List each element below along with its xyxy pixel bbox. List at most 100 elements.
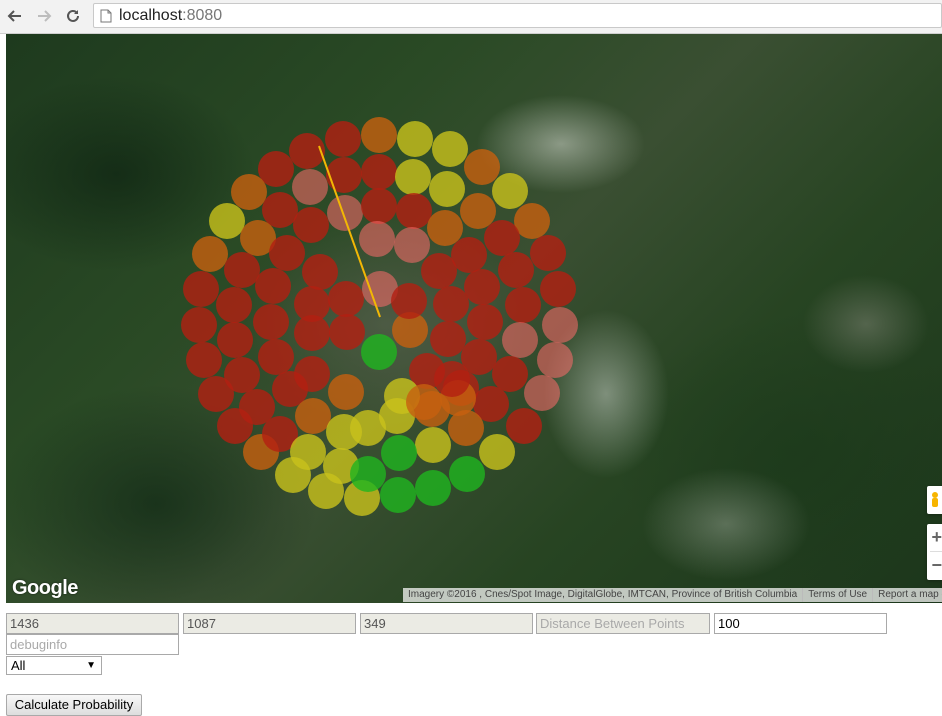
satellite-map[interactable]: Google Imagery ©2016 , Cnes/Spot Image, …: [6, 34, 942, 603]
filter-select[interactable]: All ▼: [6, 656, 102, 675]
probability-circle: [224, 252, 260, 288]
probability-circle: [231, 174, 267, 210]
distance-between-points-label-field[interactable]: [536, 613, 710, 634]
probability-circle: [328, 374, 364, 410]
probability-circle: [359, 221, 395, 257]
probability-circle: [395, 159, 431, 195]
probability-circle: [294, 315, 330, 351]
probability-circle: [479, 434, 515, 470]
probability-circle: [396, 193, 432, 229]
probability-circle: [415, 470, 451, 506]
probability-circle: [492, 356, 528, 392]
probability-circle: [183, 271, 219, 307]
browser-toolbar: localhost:8080: [0, 0, 942, 34]
probability-circle: [406, 384, 442, 420]
forward-arrow-icon: [38, 10, 52, 22]
probability-circle: [361, 117, 397, 153]
probability-circle: [186, 342, 222, 378]
probability-circle: [449, 456, 485, 492]
probability-circle: [427, 210, 463, 246]
probability-circle: [181, 307, 217, 343]
probability-circle: [302, 254, 338, 290]
address-bar[interactable]: localhost:8080: [93, 3, 942, 28]
dropdown-arrow-icon: ▼: [86, 660, 96, 671]
probability-circle: [397, 121, 433, 157]
probability-circle: [394, 227, 430, 263]
probability-circle: [293, 207, 329, 243]
report-map-error-link[interactable]: Report a map e: [873, 588, 942, 602]
probability-circle: [326, 157, 362, 193]
terms-of-use-link[interactable]: Terms of Use: [803, 588, 874, 602]
probability-circle: [530, 235, 566, 271]
reload-button[interactable]: [62, 5, 84, 27]
probability-circle: [537, 342, 573, 378]
pegman-icon: [931, 492, 938, 507]
probability-circle: [505, 287, 541, 323]
probability-circles-overlay: [181, 117, 578, 516]
probability-circle: [258, 339, 294, 375]
probability-circle: [506, 408, 542, 444]
probability-circle: [361, 334, 397, 370]
probability-circle: [217, 322, 253, 358]
probability-circle: [433, 286, 469, 322]
probability-circle: [255, 268, 291, 304]
imagery-credit: Imagery ©2016 , Cnes/Spot Image, Digital…: [403, 588, 804, 602]
input-field-3[interactable]: [360, 613, 533, 634]
zoom-control: + −: [927, 524, 942, 580]
debuginfo-input[interactable]: [6, 634, 179, 655]
reload-icon: [67, 9, 79, 22]
probability-circle: [325, 121, 361, 157]
probability-circle: [432, 131, 468, 167]
probability-circle: [430, 321, 466, 357]
page-icon: [100, 9, 112, 23]
calculate-probability-button[interactable]: Calculate Probability: [6, 694, 142, 716]
map-attribution: Imagery ©2016 , Cnes/Spot Image, Digital…: [403, 588, 942, 602]
probability-circle: [295, 398, 331, 434]
probability-circle: [421, 253, 457, 289]
zoom-in-button[interactable]: +: [927, 524, 942, 551]
probability-circle: [484, 220, 520, 256]
probability-circle: [498, 252, 534, 288]
probability-circle: [492, 173, 528, 209]
probability-circle: [192, 236, 228, 272]
probability-circle: [269, 235, 305, 271]
probability-circle: [327, 195, 363, 231]
probability-circle: [361, 154, 397, 190]
filter-select-value: All: [11, 658, 26, 673]
probability-circle: [415, 427, 451, 463]
probability-circle: [253, 304, 289, 340]
input-field-2[interactable]: [183, 613, 356, 634]
probability-circle: [361, 188, 397, 224]
probability-circle: [380, 477, 416, 513]
probability-circle: [294, 356, 330, 392]
google-logo: Google: [12, 577, 78, 599]
probability-circle: [289, 133, 325, 169]
probability-circle: [290, 434, 326, 470]
probability-circle: [464, 149, 500, 185]
back-arrow-icon: [7, 10, 21, 22]
probability-circle: [524, 375, 560, 411]
url-port: :8080: [182, 7, 223, 24]
probability-circle: [502, 322, 538, 358]
street-view-pegman[interactable]: [927, 486, 942, 514]
probability-circle: [328, 281, 364, 317]
probability-circle: [381, 435, 417, 471]
probability-circle: [350, 456, 386, 492]
distance-input[interactable]: [714, 613, 887, 634]
probability-circle: [434, 361, 470, 397]
zoom-out-button[interactable]: −: [927, 552, 942, 579]
probability-circle: [224, 357, 260, 393]
input-field-1[interactable]: [6, 613, 179, 634]
url-host: localhost: [119, 7, 183, 24]
probability-circle: [329, 314, 365, 350]
probability-circle: [460, 193, 496, 229]
probability-circle: [350, 410, 386, 446]
probability-circle: [467, 304, 503, 340]
forward-button[interactable]: [33, 5, 55, 27]
probability-circle: [216, 287, 252, 323]
back-button[interactable]: [4, 5, 26, 27]
probability-circle: [540, 271, 576, 307]
probability-circle: [292, 169, 328, 205]
probability-circle: [391, 283, 427, 319]
probability-circle: [262, 192, 298, 228]
